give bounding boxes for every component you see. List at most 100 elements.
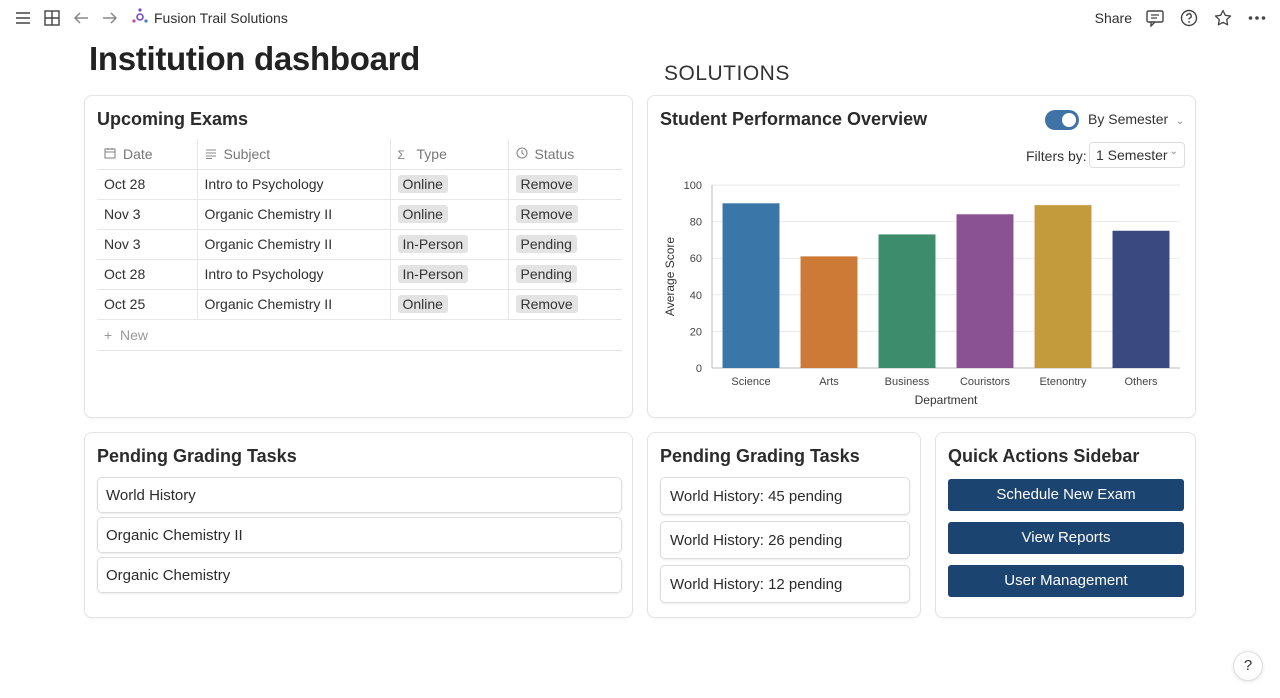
- exam-date: Nov 3: [104, 206, 141, 222]
- share-button[interactable]: Share: [1095, 10, 1132, 26]
- quick-actions-title: Quick Actions Sidebar: [948, 446, 1140, 466]
- x-axis-label: Department: [915, 393, 978, 407]
- back-arrow-icon[interactable]: [70, 7, 92, 29]
- filters-label: Filters by:: [1026, 148, 1087, 164]
- grading-summary-item[interactable]: World History: 26 pending: [660, 521, 910, 559]
- exam-date-cell: Nov 3: [97, 199, 197, 230]
- exam-row[interactable]: Oct 28 Intro to Psychology In-Person Pendin…: [97, 259, 622, 290]
- exam-date-cell: Oct 25: [97, 289, 197, 320]
- col-status[interactable]: Status: [507, 139, 622, 170]
- schedule-exam-button[interactable]: Schedule New Exam: [948, 479, 1184, 511]
- pending-grading-summary-card: Pending Grading Tasks World History: 45 …: [647, 432, 921, 618]
- semester-filter-select[interactable]: 1 Semester ⌄: [1089, 142, 1185, 168]
- chevron-down-icon: ⌄: [1175, 116, 1185, 127]
- semester-toggle[interactable]: [1045, 110, 1079, 130]
- menu-icon[interactable]: [12, 7, 34, 29]
- breadcrumb[interactable]: Fusion Trail Solutions: [132, 7, 288, 29]
- y-tick-label: 40: [690, 290, 702, 302]
- col-date[interactable]: Date: [97, 139, 197, 170]
- forward-arrow-icon[interactable]: [99, 7, 121, 29]
- performance-title: Student Performance Overview: [660, 109, 928, 129]
- exam-status-cell: Pending: [507, 229, 622, 260]
- more-icon[interactable]: [1246, 7, 1268, 29]
- exam-date: Oct 28: [104, 266, 146, 282]
- upcoming-exams-title: Upcoming Exams: [97, 109, 249, 129]
- exam-status-tag[interactable]: Remove: [515, 295, 578, 313]
- y-tick-label: 20: [690, 326, 702, 338]
- sigma-icon: Σ: [397, 147, 405, 162]
- exam-subject-cell: Intro to Psychology: [196, 169, 390, 200]
- quick-actions-card: Quick Actions Sidebar Schedule New Exam …: [935, 432, 1196, 618]
- x-tick-label: Arts: [819, 376, 839, 388]
- bar: [800, 256, 858, 368]
- exam-row[interactable]: Nov 3 Organic Chemistry II In-Person Pendin…: [97, 229, 622, 260]
- grading-summary-item[interactable]: World History: 45 pending: [660, 477, 910, 515]
- exam-status-cell: Remove: [507, 169, 622, 200]
- grading-item[interactable]: Organic Chemistry II: [97, 517, 622, 553]
- user-management-button[interactable]: User Management: [948, 565, 1184, 597]
- exam-row[interactable]: Oct 28 Intro to Psychology Online Remove: [97, 169, 622, 200]
- pending-grading-card: Pending Grading Tasks World History Orga…: [84, 432, 633, 618]
- pending-grading-title: Pending Grading Tasks: [97, 446, 297, 466]
- exam-subject: Organic Chemistry II: [204, 236, 333, 252]
- exam-status-tag[interactable]: Pending: [515, 235, 577, 253]
- bar: [722, 203, 780, 368]
- bar: [878, 234, 936, 368]
- exam-type-cell: Online: [389, 289, 508, 320]
- exam-date: Oct 28: [104, 176, 146, 192]
- exam-type-tag: Online: [397, 295, 448, 313]
- x-tick-label: Others: [1124, 376, 1158, 388]
- exam-type-cell: In-Person: [389, 229, 508, 260]
- bar: [1112, 230, 1170, 368]
- background-logo-text: SOLUTIONS: [664, 62, 790, 85]
- exam-status-tag[interactable]: Remove: [515, 175, 578, 193]
- y-tick-label: 60: [690, 253, 702, 265]
- col-type[interactable]: Σ Type: [389, 139, 508, 170]
- exam-row[interactable]: Nov 3 Organic Chemistry II Online Remove: [97, 199, 622, 230]
- new-row-button[interactable]: + New: [104, 327, 148, 343]
- exam-type-cell: Online: [389, 199, 508, 230]
- exam-row[interactable]: Oct 25 Organic Chemistry II Online Remove: [97, 289, 622, 320]
- help-icon[interactable]: [1178, 7, 1200, 29]
- exam-type-tag: In-Person: [397, 265, 469, 283]
- help-button[interactable]: ?: [1233, 651, 1263, 681]
- group-by-dropdown[interactable]: By Semester ⌄: [1088, 111, 1184, 127]
- clock-icon: [515, 147, 530, 162]
- pending-grading-summary-title: Pending Grading Tasks: [660, 446, 860, 466]
- top-bar: Fusion Trail Solutions Share: [0, 0, 1280, 36]
- exam-type-cell: Online: [389, 169, 508, 200]
- exam-status-tag[interactable]: Remove: [515, 205, 578, 223]
- layout-icon[interactable]: [41, 7, 63, 29]
- exam-type-tag: Online: [397, 175, 448, 193]
- exam-date-cell: Oct 28: [97, 169, 197, 200]
- comment-icon[interactable]: [1144, 7, 1166, 29]
- bar: [1034, 205, 1092, 368]
- exam-date: Nov 3: [104, 236, 141, 252]
- performance-bar-chart: 0 20 40 60 80 100 Science Arts Business Couristor…: [663, 180, 1180, 407]
- calendar-icon: [104, 147, 118, 162]
- exams-table: Date Subject Σ Type Status Oct 28 Intro to…: [97, 139, 622, 320]
- upcoming-exams-card: Upcoming Exams Date Subject Σ Type Status…: [84, 95, 633, 418]
- x-tick-label: Etenontry: [1039, 376, 1087, 388]
- exam-subject-cell: Intro to Psychology: [196, 259, 390, 290]
- view-reports-button[interactable]: View Reports: [948, 522, 1184, 554]
- y-tick-label: 100: [684, 180, 702, 192]
- star-icon[interactable]: [1212, 7, 1234, 29]
- y-tick-label: 0: [696, 363, 702, 375]
- exam-date: Oct 25: [104, 296, 146, 312]
- exam-date-cell: Oct 28: [97, 259, 197, 290]
- grading-item[interactable]: Organic Chemistry: [97, 557, 622, 593]
- exam-subject-cell: Organic Chemistry II: [196, 289, 390, 320]
- exam-subject-cell: Organic Chemistry II: [196, 199, 390, 230]
- x-tick-label: Business: [885, 376, 930, 388]
- workspace-logo-icon: [132, 7, 148, 29]
- grading-item[interactable]: World History: [97, 477, 622, 513]
- exam-status-cell: Pending: [507, 259, 622, 290]
- exam-status-cell: Remove: [507, 289, 622, 320]
- col-subject[interactable]: Subject: [196, 139, 390, 170]
- y-axis-label: Average Score: [663, 237, 677, 316]
- grading-summary-item[interactable]: World History: 12 pending: [660, 565, 910, 603]
- x-tick-label: Science: [731, 376, 770, 388]
- exam-status-tag[interactable]: Pending: [515, 265, 577, 283]
- exam-status-cell: Remove: [507, 199, 622, 230]
